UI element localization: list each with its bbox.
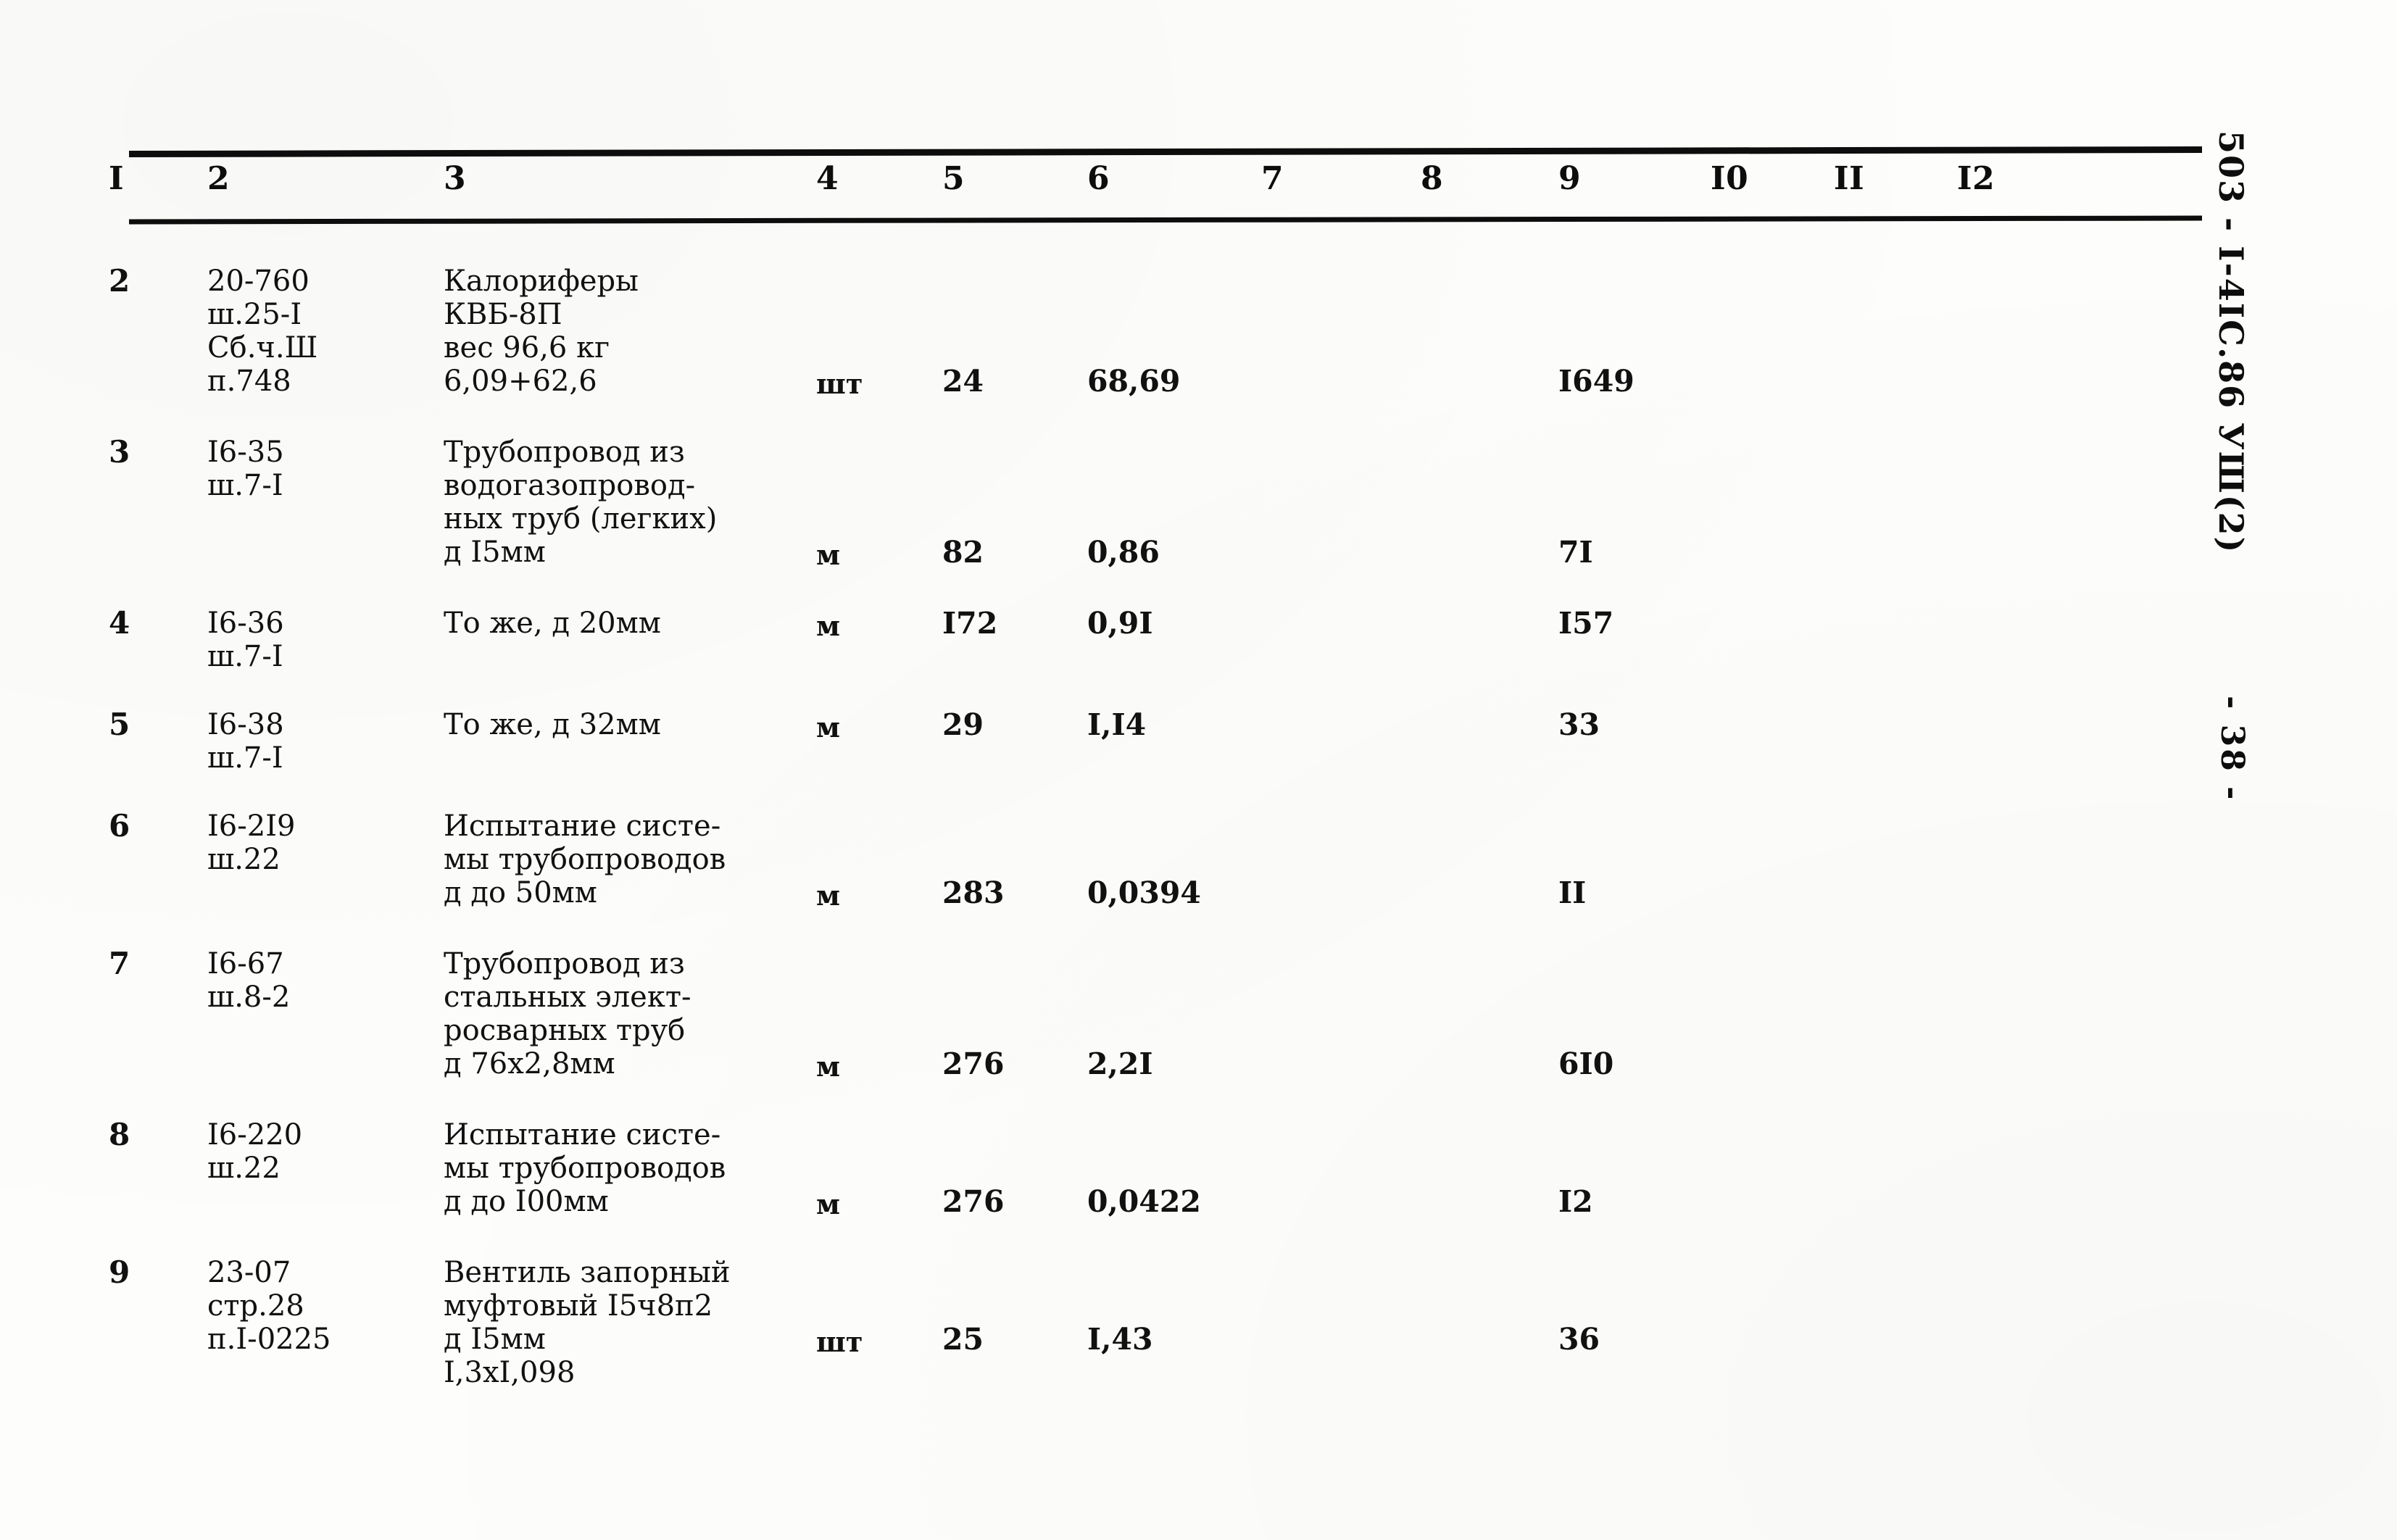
row-unit-price: I,43: [1087, 1322, 1153, 1357]
column-header-3: 3: [444, 160, 467, 197]
column-header-1: I: [109, 160, 125, 197]
table-row: 4 I6-36 ш.7-I То же, д 20мм м I72 0,9I I57: [0, 607, 2397, 708]
column-header-4: 4: [816, 160, 839, 197]
row-code: 20-760 ш.25-I Сб.ч.Ш п.748: [207, 265, 318, 398]
row-quantity: 283: [942, 875, 1005, 910]
row-number: 2: [109, 263, 130, 299]
column-header-2: 2: [207, 160, 230, 197]
row-quantity: 24: [942, 364, 984, 399]
row-description: Трубопровод из стальных элект- росварных…: [444, 947, 691, 1081]
row-code: 23-07 стр.28 п.I-0225: [207, 1256, 331, 1356]
row-number: 9: [109, 1254, 130, 1290]
row-unit: м: [816, 1188, 841, 1220]
table-row: 8 I6-220 ш.22 Испытание систе- мы трубопро…: [0, 1118, 2397, 1256]
table-header-rule: [128, 215, 2203, 225]
row-description: Испытание систе- мы трубопроводов д до I…: [444, 1118, 726, 1218]
table-body: 2 20-760 ш.25-I Сб.ч.Ш п.748 Калориферы КВ…: [0, 265, 2397, 1430]
table-column-headers: I 2 3 4 5 6 7 8 9 I0 II I2: [0, 163, 2397, 214]
row-unit: шт: [816, 1325, 863, 1358]
row-code: I6-220 ш.22: [207, 1118, 303, 1185]
row-total: 7I: [1558, 535, 1593, 570]
row-unit: м: [816, 1050, 841, 1083]
table-row: 5 I6-38 ш.7-I То же, д 32мм м 29 I,I4 33: [0, 708, 2397, 809]
row-unit: м: [816, 538, 841, 571]
row-unit: шт: [816, 367, 863, 400]
row-description: То же, д 32мм: [444, 708, 661, 741]
column-header-5: 5: [942, 160, 965, 197]
margin-reference-text: 503 - I-4IC.86 УШ(2): [2211, 130, 2251, 554]
row-quantity: 276: [942, 1184, 1005, 1219]
column-header-12: I2: [1957, 160, 1995, 197]
row-number: 4: [109, 605, 130, 641]
row-quantity: 29: [942, 707, 984, 742]
row-unit-price: 0,9I: [1087, 606, 1153, 641]
row-code: I6-38 ш.7-I: [207, 708, 284, 775]
row-total: I57: [1558, 606, 1614, 641]
table-row: 3 I6-35 ш.7-I Трубопровод из водогазопрово…: [0, 436, 2397, 607]
row-unit: м: [816, 711, 841, 744]
row-total: 36: [1558, 1322, 1600, 1357]
row-number: 8: [109, 1117, 130, 1152]
row-number: 7: [109, 946, 130, 981]
row-total: I2: [1558, 1184, 1593, 1219]
row-unit-price: 0,0422: [1087, 1184, 1201, 1219]
table-row: 7 I6-67 ш.8-2 Трубопровод из стальных элек…: [0, 947, 2397, 1118]
row-quantity: 82: [942, 535, 984, 570]
margin-page-number: - 38 -: [2214, 696, 2251, 802]
table-row: 2 20-760 ш.25-I Сб.ч.Ш п.748 Калориферы КВ…: [0, 265, 2397, 436]
row-number: 5: [109, 707, 130, 742]
row-unit: м: [816, 609, 841, 642]
row-unit-price: 68,69: [1087, 364, 1181, 399]
row-code: I6-36 ш.7-I: [207, 607, 284, 673]
row-unit: м: [816, 879, 841, 912]
row-total: II: [1558, 875, 1587, 910]
row-unit-price: 0,0394: [1087, 875, 1201, 910]
table-row: 6 I6-2I9 ш.22 Испытание систе- мы трубопро…: [0, 809, 2397, 947]
row-unit-price: I,I4: [1087, 707, 1147, 742]
row-description: Вентиль запорный муфтовый I5ч8п2 д I5мм …: [444, 1256, 731, 1389]
column-header-8: 8: [1421, 160, 1444, 197]
row-quantity: 276: [942, 1046, 1005, 1081]
row-code: I6-35 ш.7-I: [207, 436, 284, 502]
table-top-rule: [128, 146, 2203, 157]
row-total: I649: [1558, 364, 1634, 399]
row-description: Калориферы КВБ-8П вес 96,6 кг 6,09+62,6: [444, 265, 639, 398]
column-header-7: 7: [1261, 160, 1284, 197]
row-number: 6: [109, 808, 130, 844]
row-description: Трубопровод из водогазопровод- ных труб …: [444, 436, 718, 569]
row-unit-price: 2,2I: [1087, 1046, 1153, 1081]
column-header-10: I0: [1711, 160, 1749, 197]
table-row: 9 23-07 стр.28 п.I-0225 Вентиль запорный м…: [0, 1256, 2397, 1430]
row-total: 6I0: [1558, 1046, 1614, 1081]
row-code: I6-67 ш.8-2: [207, 947, 291, 1014]
column-header-11: II: [1834, 160, 1865, 197]
row-quantity: 25: [942, 1322, 984, 1357]
row-quantity: I72: [942, 606, 998, 641]
row-number: 3: [109, 434, 130, 470]
scanned-document-page: I 2 3 4 5 6 7 8 9 I0 II I2 2 20-760 ш.25-I Сб.ч.Ш п.…: [0, 0, 2397, 1540]
row-description: То же, д 20мм: [444, 607, 661, 640]
row-code: I6-2I9 ш.22: [207, 809, 296, 876]
row-description: Испытание систе- мы трубопроводов д до 5…: [444, 809, 726, 910]
row-total: 33: [1558, 707, 1600, 742]
column-header-6: 6: [1087, 160, 1110, 197]
column-header-9: 9: [1558, 160, 1582, 197]
row-unit-price: 0,86: [1087, 535, 1160, 570]
